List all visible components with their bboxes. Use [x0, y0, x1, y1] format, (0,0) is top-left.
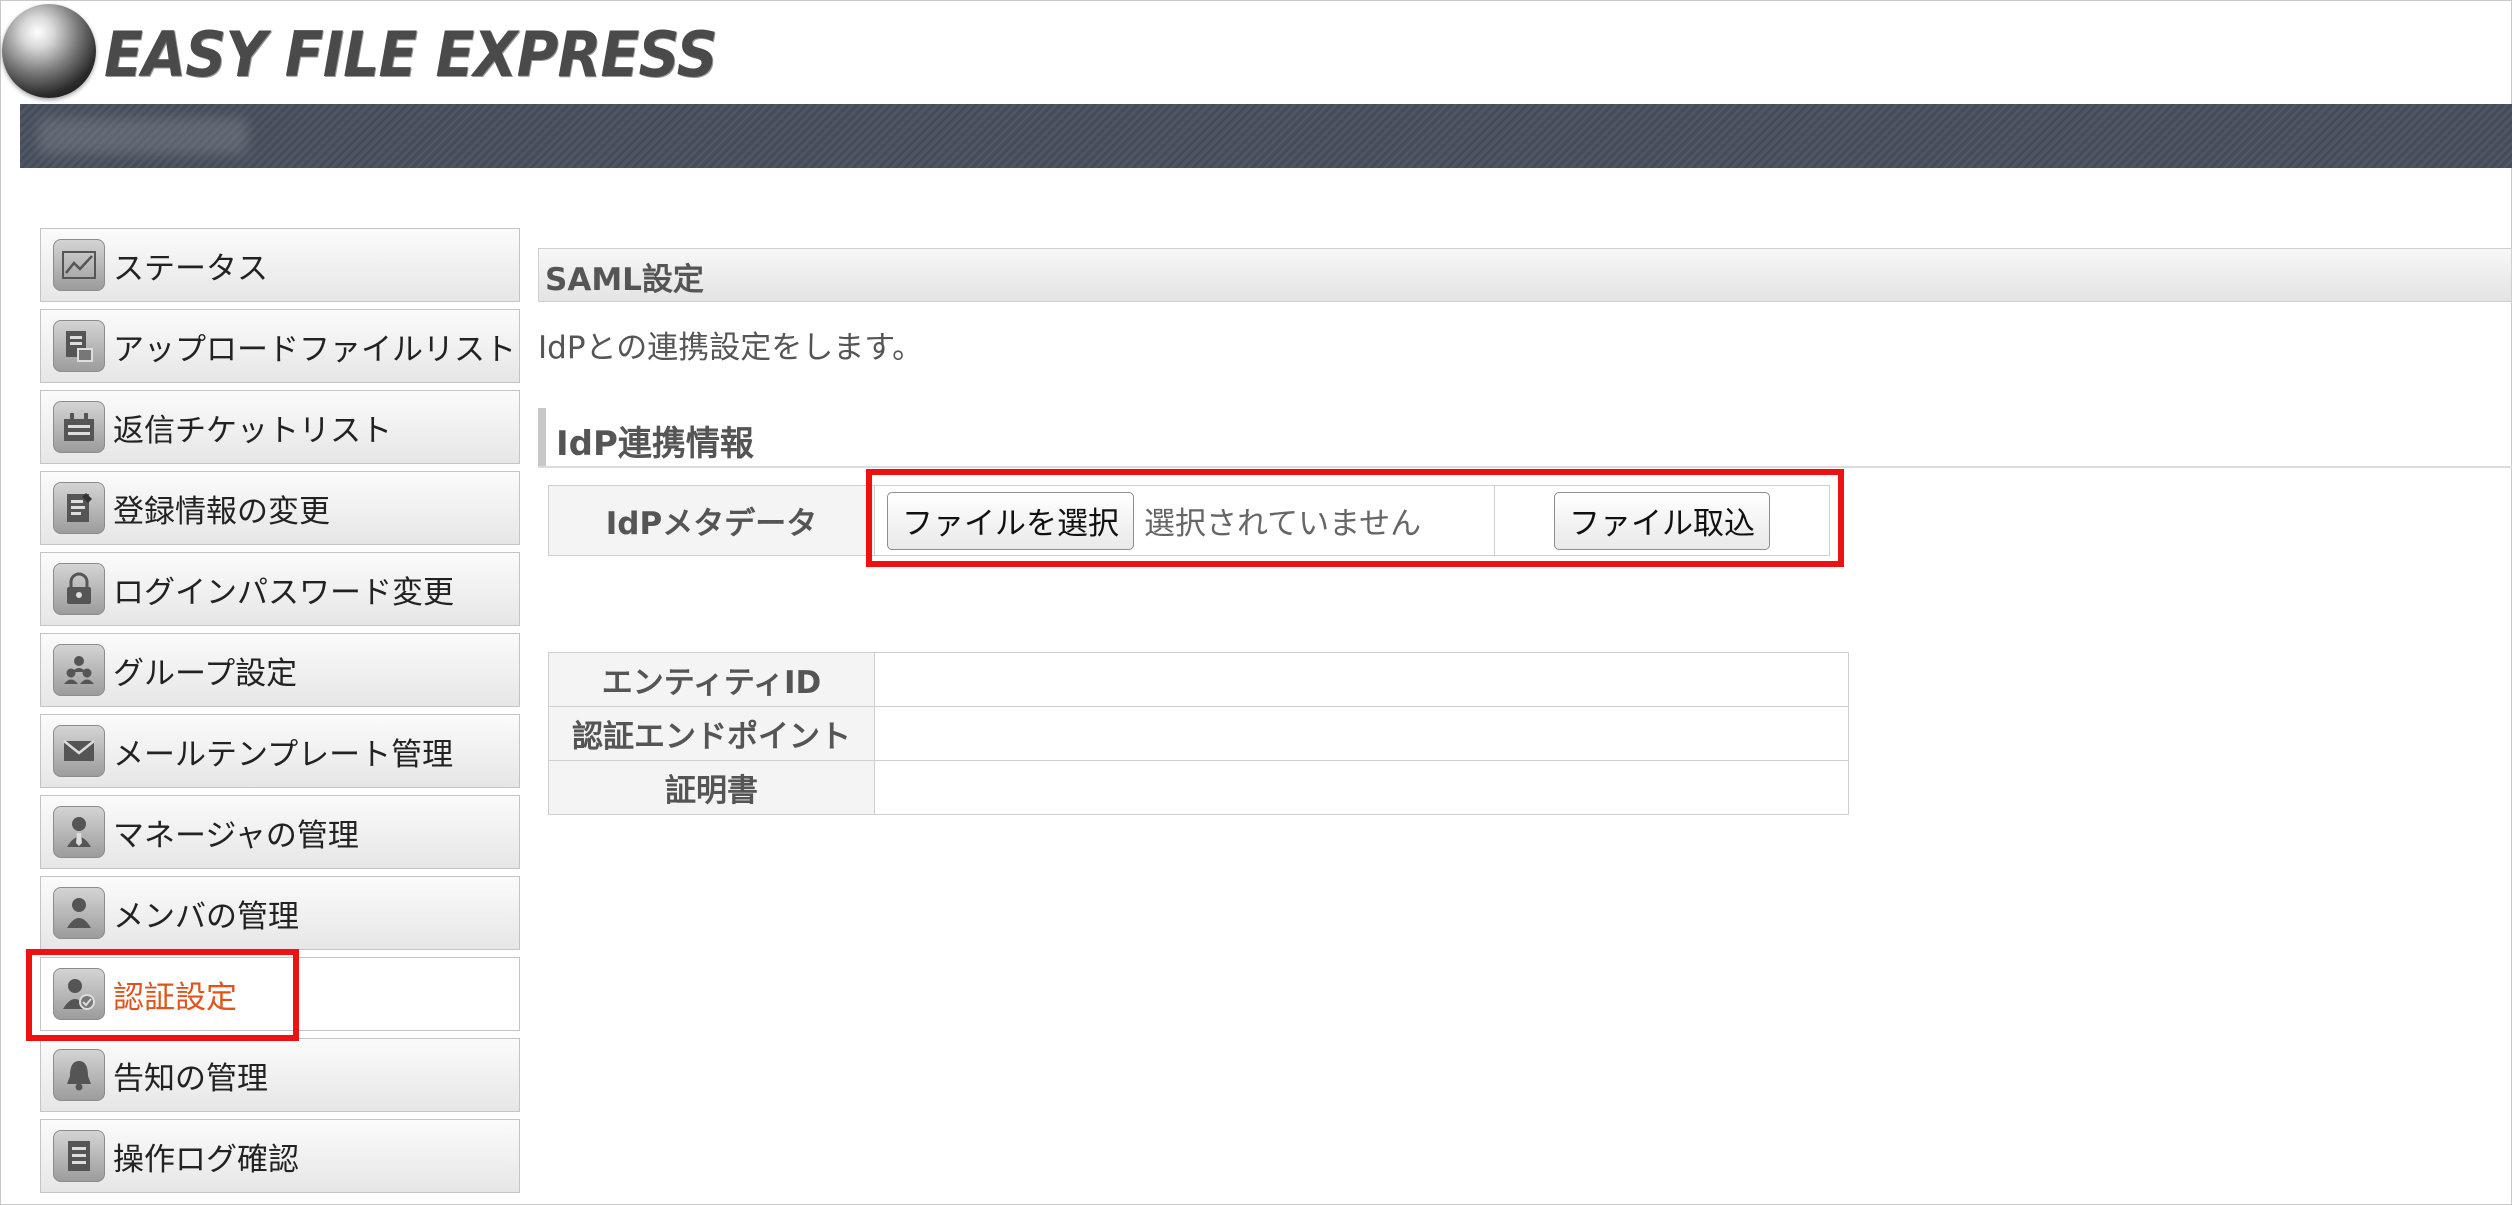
- subheading-accent: [538, 408, 546, 466]
- page-description: IdPとの連携設定をします。: [538, 330, 924, 366]
- logo-sphere: [2, 4, 96, 98]
- section-header-bar: [538, 248, 2512, 302]
- highlight-box-sidebar-auth: [26, 949, 299, 1041]
- subheading-divider: [538, 466, 2512, 468]
- sidebar-item-label: マネージャの管理: [113, 817, 359, 854]
- auth-endpoint-value: [874, 706, 1849, 761]
- group-icon: [53, 644, 105, 696]
- sidebar-item-label: 告知の管理: [113, 1060, 268, 1097]
- certificate-label: 証明書: [548, 760, 875, 815]
- sidebar-item-label: 操作ログ確認: [113, 1141, 299, 1178]
- top-navigation-bar: [20, 104, 2512, 168]
- sidebar-item-mail-templates[interactable]: メールテンプレート管理: [40, 714, 520, 788]
- table-row: 認証エンドポイント: [548, 706, 1849, 761]
- bell-icon: [53, 1049, 105, 1101]
- sidebar-item-label: メンバの管理: [113, 898, 299, 935]
- sidebar-item-label: 登録情報の変更: [113, 493, 330, 530]
- blurred-user-info: [38, 118, 248, 154]
- auth-endpoint-label: 認証エンドポイント: [548, 706, 875, 761]
- ticket-icon: [53, 401, 105, 453]
- manager-icon: [53, 806, 105, 858]
- sidebar-item-label: 返信チケットリスト: [113, 412, 392, 449]
- sidebar-item-notice-admin[interactable]: 告知の管理: [40, 1038, 520, 1112]
- table-row: エンティティID: [548, 652, 1849, 707]
- sidebar-item-label: アップロードファイルリスト: [113, 331, 516, 368]
- page-title: SAML設定: [545, 262, 704, 298]
- certificate-value: [874, 760, 1849, 815]
- sidebar-menu: ステータス アップロードファイルリスト 返信チケットリスト 登録情報の変更 ログ…: [40, 228, 520, 1200]
- sidebar-item-label: グループ設定: [113, 655, 298, 692]
- file-list-icon: [53, 320, 105, 372]
- edit-document-icon: [53, 482, 105, 534]
- entity-id-value: [874, 652, 1849, 707]
- lock-icon: [53, 563, 105, 615]
- app-logo: EASY FILE EXPRESS: [104, 18, 718, 91]
- sidebar-item-group-settings[interactable]: グループ設定: [40, 633, 520, 707]
- sidebar-item-label: ステータス: [113, 250, 268, 287]
- sidebar-item-label: メールテンプレート管理: [113, 736, 454, 773]
- sidebar-item-change-password[interactable]: ログインパスワード変更: [40, 552, 520, 626]
- sidebar-item-member-admin[interactable]: メンバの管理: [40, 876, 520, 950]
- entity-id-label: エンティティID: [548, 652, 875, 707]
- highlight-box-file-picker: [866, 469, 1844, 567]
- sidebar-item-reply-ticket-list[interactable]: 返信チケットリスト: [40, 390, 520, 464]
- sidebar-item-status[interactable]: ステータス: [40, 228, 520, 302]
- sidebar-item-operation-log[interactable]: 操作ログ確認: [40, 1119, 520, 1193]
- subheading-idp-info: IdP連携情報: [556, 424, 754, 464]
- sidebar-item-manager-admin[interactable]: マネージャの管理: [40, 795, 520, 869]
- table-row: 証明書: [548, 760, 1849, 815]
- mail-icon: [53, 725, 105, 777]
- sidebar-item-label: ログインパスワード変更: [113, 574, 454, 611]
- log-icon: [53, 1130, 105, 1182]
- idp-info-table: エンティティID 認証エンドポイント 証明書: [548, 652, 1849, 815]
- idp-metadata-label: IdPメタデータ: [548, 485, 875, 556]
- sidebar-item-edit-registration[interactable]: 登録情報の変更: [40, 471, 520, 545]
- sidebar-item-upload-file-list[interactable]: アップロードファイルリスト: [40, 309, 520, 383]
- member-icon: [53, 887, 105, 939]
- chart-icon: [53, 239, 105, 291]
